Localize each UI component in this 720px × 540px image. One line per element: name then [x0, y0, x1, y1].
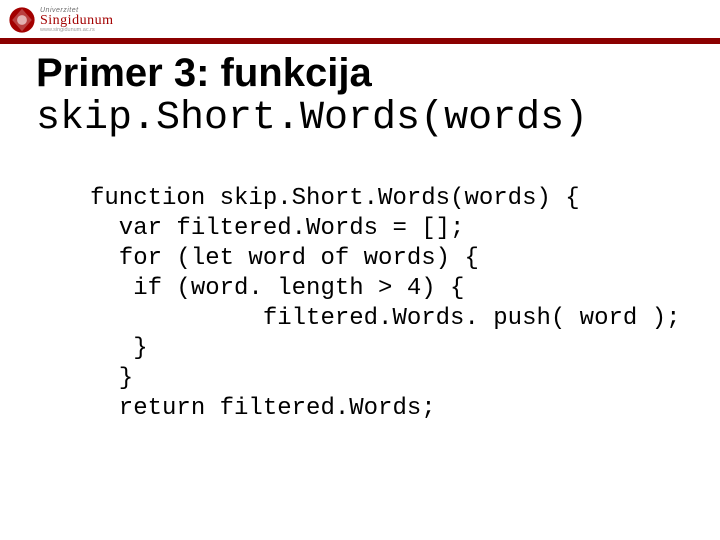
logo-name: Singidunum [40, 14, 113, 28]
title-line-1: Primer 3: funkcija [36, 50, 684, 96]
code-line: for (let word of words) { [90, 245, 479, 272]
logo: Univerzitet Singidunum www.singidunum.ac… [8, 6, 113, 34]
code-line: if (word. length > 4) { [90, 275, 464, 302]
logo-url: www.singidunum.ac.rs [40, 28, 113, 34]
slide-title: Primer 3: funkcija skip.Short.Words(word… [36, 50, 684, 142]
logo-mark-icon [8, 6, 36, 34]
code-line: filtered.Words. push( word ); [90, 305, 681, 332]
logo-text: Univerzitet Singidunum www.singidunum.ac… [40, 7, 113, 34]
header-rule [0, 38, 720, 44]
slide: Univerzitet Singidunum www.singidunum.ac… [0, 0, 720, 540]
code-block: function skip.Short.Words(words) { var f… [90, 184, 681, 424]
code-line: function skip.Short.Words(words) { [90, 185, 580, 212]
code-line: } [90, 335, 148, 362]
code-line: return filtered.Words; [90, 395, 436, 422]
code-line: } [90, 365, 133, 392]
title-line-2: skip.Short.Words(words) [36, 96, 684, 142]
code-line: var filtered.Words = []; [90, 215, 464, 242]
